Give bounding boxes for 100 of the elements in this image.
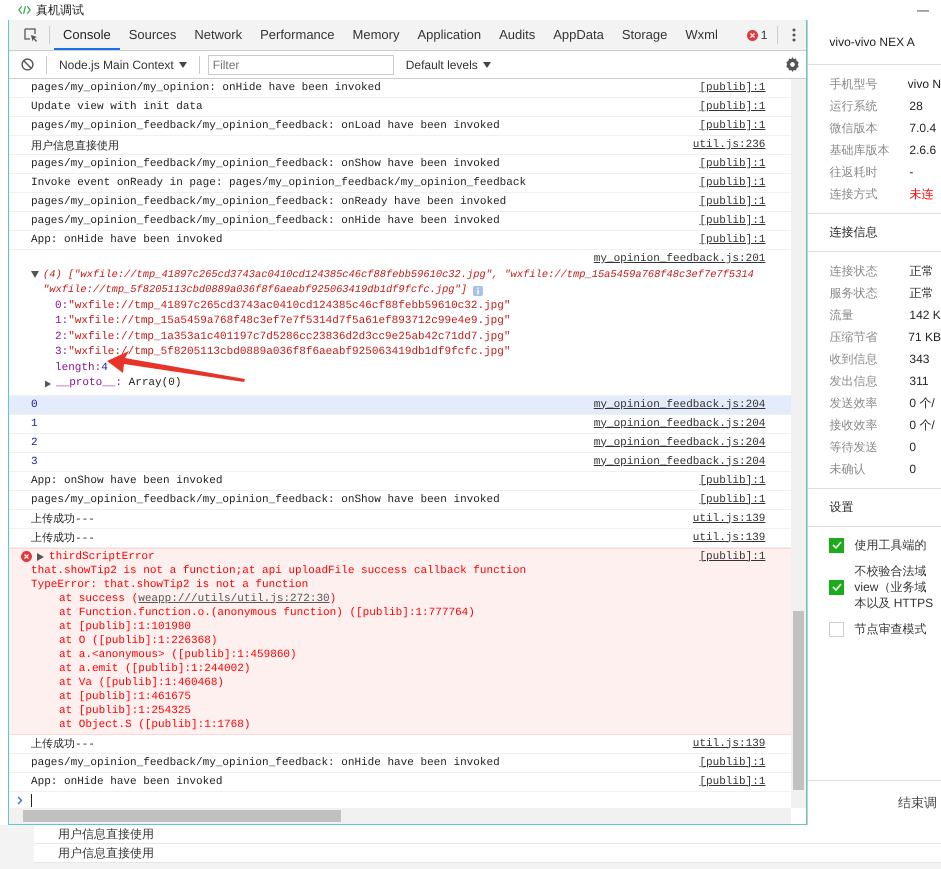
- expand-arrow-icon[interactable]: [31, 271, 39, 280]
- stack-frame: at a.<anonymous> ([publib]:1:459860): [21, 648, 766, 662]
- devtools-tab[interactable]: Performance: [251, 20, 344, 50]
- info-icon: [473, 286, 484, 296]
- info-value: -: [909, 165, 914, 179]
- source-link[interactable]: util.js:139: [692, 532, 766, 544]
- source-link[interactable]: util.js:139: [692, 738, 766, 750]
- array-entry: 3:"wxfile://tmp_5f8205113cbd0889a036f8f6aeabf925063419db1df9fcfc.jpg": [54, 345, 512, 360]
- source-link[interactable]: [publib]:1: [699, 196, 766, 208]
- devtools-tab[interactable]: Console: [54, 20, 120, 50]
- info-value: 71 KB: [908, 330, 941, 344]
- log-message: pages/my_opinion_feedback/my_opinion_feedback: onHide have been invoked: [31, 215, 501, 227]
- info-value: 343: [909, 352, 930, 366]
- log-message: Invoke event onReady in page: pages/my_opinion_feedback/my_opinion_feedback: [31, 177, 528, 189]
- info-label: 接收效率: [829, 416, 878, 434]
- context-dropdown[interactable]: Node.js Main Context: [55, 58, 191, 72]
- checkbox[interactable]: [829, 622, 844, 636]
- devtools-tab[interactable]: Memory: [344, 20, 408, 50]
- source-link[interactable]: [publib]:1: [699, 776, 766, 788]
- list-row: 用户信息直接使用: [34, 844, 941, 863]
- info-label: 发送效率: [829, 394, 878, 412]
- source-link[interactable]: [publib]:1: [699, 82, 766, 94]
- clear-icon[interactable]: [21, 58, 34, 71]
- source-link[interactable]: my_opinion_feedback.js:204: [594, 456, 766, 468]
- setting-label: 使用工具端的: [854, 537, 926, 553]
- source-link[interactable]: [publib]:1: [699, 550, 766, 564]
- source-link[interactable]: my_opinion_feedback.js:201: [594, 253, 766, 265]
- log-message: App: onHide have been invoked: [31, 776, 224, 788]
- devtools-tab[interactable]: Audits: [490, 20, 544, 50]
- source-link[interactable]: [publib]:1: [699, 756, 766, 768]
- info-value: 0: [909, 462, 916, 476]
- stack-frame: at Function.function.o.(anonymous function) ([publib]:1:777764): [21, 606, 766, 620]
- list-row: 用户信息直接使用: [34, 825, 941, 844]
- devtools-tab[interactable]: Storage: [612, 20, 676, 50]
- log-message: pages/my_opinion_feedback/my_opinion_feedback: onShow have been invoked: [31, 494, 501, 506]
- info-value: 0: [909, 440, 916, 454]
- error-count[interactable]: 1: [760, 28, 768, 42]
- source-link[interactable]: [publib]:1: [699, 101, 766, 113]
- stack-link[interactable]: weapp:///utils/util.js:272:30: [138, 592, 330, 604]
- log-message: 0: [31, 398, 39, 410]
- text-cursor: [31, 794, 32, 807]
- devtools-tab[interactable]: Wxml: [676, 20, 727, 50]
- log-message: 2: [31, 436, 39, 448]
- log-message: pages/my_opinion_feedback/my_opinion_feedback: onReady have been invoked: [31, 196, 508, 208]
- filter-field[interactable]: Filter: [208, 54, 394, 74]
- info-label: 流量: [829, 306, 854, 324]
- source-link[interactable]: [publib]:1: [699, 494, 766, 506]
- error-icon: [746, 30, 758, 40]
- log-message: App: onShow have been invoked: [31, 474, 224, 486]
- source-link[interactable]: [publib]:1: [699, 234, 766, 246]
- source-link[interactable]: my_opinion_feedback.js:204: [594, 418, 766, 430]
- expand-arrow-icon[interactable]: [37, 552, 44, 560]
- settings-icon[interactable]: [785, 57, 800, 72]
- log-message: 上传成功---: [31, 531, 96, 545]
- section-title: 设置: [808, 489, 941, 527]
- levels-dropdown[interactable]: Default levels: [402, 58, 495, 72]
- info-label: 微信版本: [829, 120, 878, 136]
- log-message: pages/my_opinion/my_opinion: onHide have been invoked: [31, 82, 382, 94]
- log-message: pages/my_opinion_feedback/my_opinion_feedback: onHide have been invoked: [31, 756, 501, 768]
- error-icon: [21, 551, 32, 562]
- info-label: 收到信息: [829, 350, 878, 368]
- source-link[interactable]: util.js:236: [692, 139, 766, 151]
- checkbox[interactable]: [829, 538, 844, 552]
- array-entry: 1:"wxfile://tmp_15a5459a768f48c3ef7e7f5314d7f5a61ef893712c99e4e9.jpg": [54, 314, 512, 329]
- checkbox[interactable]: [829, 580, 844, 594]
- log-message: 上传成功---: [31, 512, 96, 526]
- vertical-scrollbar[interactable]: [791, 79, 806, 808]
- devtools-tab[interactable]: Application: [408, 20, 490, 50]
- info-value: 2.6.6: [909, 143, 936, 157]
- source-link[interactable]: my_opinion_feedback.js:204: [594, 398, 766, 410]
- devtools-tab[interactable]: Sources: [120, 20, 186, 50]
- log-message: Update view with init data: [31, 101, 204, 113]
- horizontal-scrollbar[interactable]: [9, 808, 792, 824]
- devtools-tab[interactable]: AppData: [544, 20, 613, 50]
- minimize-button[interactable]: —: [917, 3, 941, 17]
- source-link[interactable]: [publib]:1: [699, 474, 766, 486]
- info-label: 服务状态: [829, 284, 878, 302]
- info-label: 往返耗时: [829, 164, 878, 180]
- array-summary: (4) ["wxfile://tmp_41897c265cd3743ac0410cd124385c46cf88febb59610c32.jpg", "wxfile://tmp_15a5459a768f48c3ef7e7f5314: [43, 268, 754, 282]
- source-link[interactable]: my_opinion_feedback.js:204: [594, 436, 766, 448]
- stack-frame: at [publib]:1:254325: [21, 704, 766, 718]
- info-value: 0 个/: [909, 394, 935, 412]
- info-label: 压缩节省: [829, 328, 878, 346]
- info-value: 142 K: [909, 308, 941, 322]
- expand-arrow-icon[interactable]: [45, 380, 52, 388]
- source-link[interactable]: util.js:139: [692, 512, 766, 524]
- source-link[interactable]: [publib]:1: [699, 177, 766, 189]
- source-link[interactable]: [publib]:1: [699, 120, 766, 132]
- info-value: 311: [909, 374, 929, 388]
- log-message: 上传成功---: [31, 737, 96, 751]
- more-icon[interactable]: [792, 28, 796, 42]
- stack-frame: at [publib]:1:101980: [21, 620, 766, 634]
- source-link[interactable]: [publib]:1: [699, 215, 766, 227]
- inspect-icon[interactable]: [23, 27, 39, 43]
- end-debug-button[interactable]: 结束调: [898, 794, 941, 812]
- devtools-tab[interactable]: Network: [185, 20, 252, 50]
- stack-frame: at O ([publib]:1:226368): [21, 634, 766, 648]
- source-link[interactable]: [publib]:1: [699, 158, 766, 170]
- info-label: 未确认: [829, 460, 866, 478]
- error-title: thirdScriptError: [49, 550, 155, 564]
